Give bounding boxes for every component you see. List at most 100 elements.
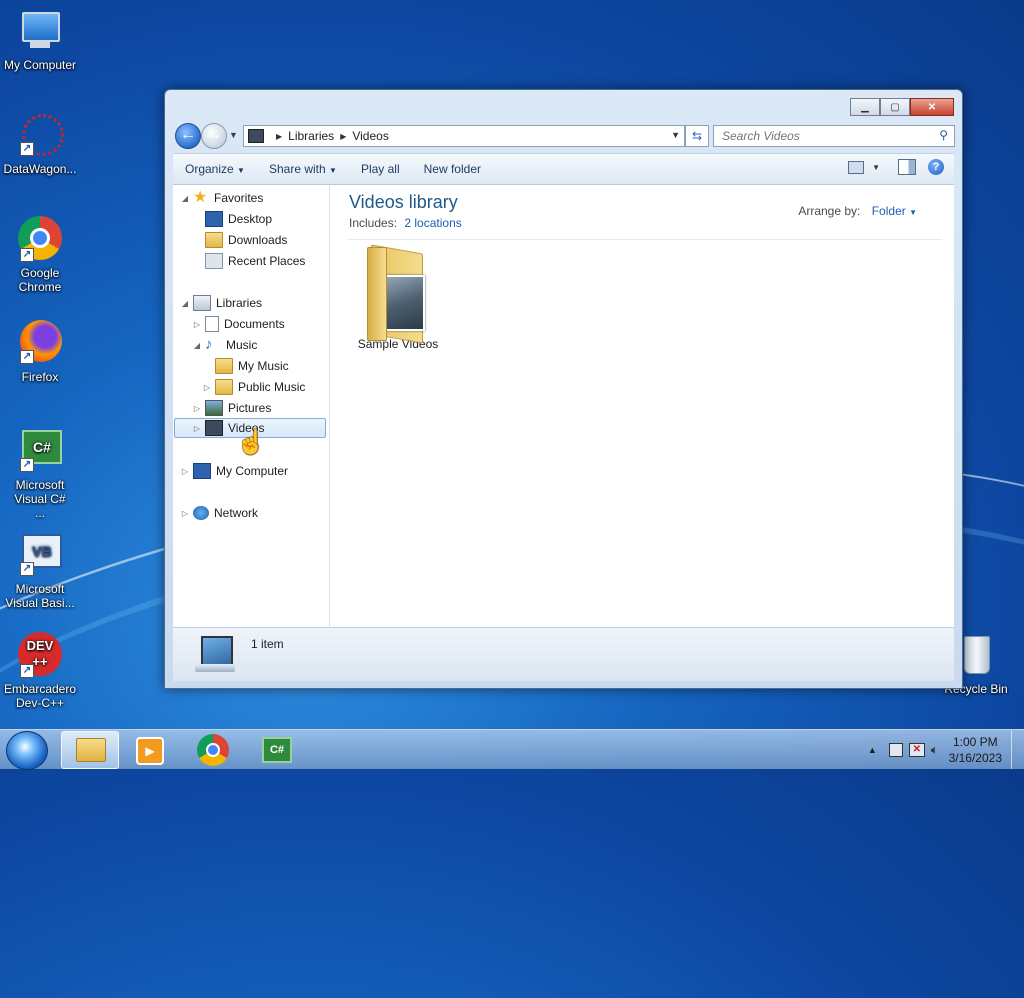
collapsed-arrow-icon[interactable]: ▷ [191,320,203,329]
show-desktop-button[interactable] [1011,730,1024,769]
share-with-menu[interactable]: Share with ▼ [257,162,349,176]
organize-label: Organize [185,162,234,176]
documents-icon [205,316,219,332]
tree-item-libraries[interactable]: ◢ Libraries [179,293,262,313]
chevron-right-icon[interactable]: ▶ [340,132,346,141]
taskbar-chrome[interactable] [185,731,241,767]
locations-link[interactable]: 2 locations [404,216,461,230]
search-input[interactable] [720,126,934,146]
desktop-icon-label: Microsoft Visual Basi... [5,582,75,610]
desktop-icon-my-computer[interactable]: My Computer [0,8,80,72]
change-view-icon[interactable] [848,160,865,174]
datawagon-icon: ↗ [16,112,64,160]
desktop-icon-label: DataWagon... [3,162,77,176]
expanded-arrow-icon[interactable]: ◢ [179,299,191,308]
collapsed-arrow-icon[interactable]: ▷ [191,424,203,433]
music-note-icon: ♪ [205,336,213,353]
breadcrumb-libraries[interactable]: Libraries [288,129,334,143]
desktop-icon [205,211,223,227]
expanded-arrow-icon[interactable]: ◢ [191,341,203,350]
tree-label: Downloads [228,233,288,247]
tree-item-network[interactable]: ▷ Network [179,503,258,523]
explorer-window[interactable]: ▁ ▢ ✕ ← → ▼ ▶ Libraries ▶ Videos ▼ ⇆ ⚲ O… [164,89,963,689]
dropdown-arrow-icon: ▼ [909,208,917,217]
maximize-button[interactable]: ▢ [880,98,910,116]
recent-pages-dropdown[interactable]: ▼ [229,130,238,140]
tree-label: Desktop [228,212,273,226]
desktop-icon-label: Google Chrome [18,266,62,294]
tree-item-favorites[interactable]: ◢ ★ Favorites [179,188,263,208]
help-icon[interactable]: ? [928,159,944,175]
collapsed-arrow-icon[interactable]: ▷ [191,404,203,413]
volume-icon[interactable]: 🔈︎ [931,742,939,758]
collapsed-arrow-icon[interactable]: ▷ [179,509,191,518]
forward-button[interactable]: → [201,123,227,149]
show-hidden-icons[interactable]: ▲ [868,745,877,755]
network-icon [193,506,209,520]
tree-item-pictures[interactable]: ▷ Pictures [191,398,271,418]
desktop-icon-datawagon[interactable]: ↗ DataWagon... [0,112,80,176]
videos-library-icon [248,129,264,143]
action-center-icon[interactable] [888,742,903,757]
tree-item-downloads[interactable]: Downloads [191,230,287,250]
arrange-by-dropdown[interactable]: Folder ▼ [872,204,917,218]
details-pane: 1 item [173,627,954,681]
desktop-icon-dev-cpp[interactable]: DEV ++ ↗ Embarcadero Dev-C++ [0,632,80,710]
desktop-icon-firefox[interactable]: ↗ Firefox [0,320,80,384]
libraries-icon [193,295,211,311]
tree-label: Network [214,506,259,520]
share-with-label: Share with [268,162,326,176]
tree-label: Favorites [214,191,264,205]
folder-icon [215,379,233,395]
new-folder-button[interactable]: New folder [412,162,493,176]
back-button[interactable]: ← [175,123,201,149]
tree-label: Libraries [216,296,263,310]
tree-item-recent-places[interactable]: Recent Places [191,251,305,271]
search-box[interactable]: ⚲ [713,125,955,147]
dropdown-arrow-icon: ▼ [329,166,337,175]
address-bar[interactable]: ▶ Libraries ▶ Videos ▼ [243,125,685,147]
videos-library-large-icon [195,634,235,674]
tree-item-public-music[interactable]: ▷ Public Music [201,377,305,397]
organize-menu[interactable]: Organize ▼ [173,162,257,176]
desktop-icon-label: Embarcadero Dev-C++ [3,682,77,710]
firefox-icon: ↗ [16,320,64,368]
desktop-icon-visual-basic[interactable]: VB ↗ Microsoft Visual Basi... [0,532,80,610]
file-list[interactable]: Videos library Includes: 2 locations Arr… [330,185,954,627]
play-all-button[interactable]: Play all [349,162,412,176]
tree-label: Pictures [228,401,272,415]
tree-item-documents[interactable]: ▷ Documents [191,314,285,334]
clock-time: 1:00 PM [952,734,998,749]
search-icon[interactable]: ⚲ [939,128,948,142]
divider [347,239,942,240]
taskbar-media-player[interactable]: ▶ [122,731,178,767]
clock[interactable]: 1:00 PM 3/16/2023 [949,734,1002,766]
close-button[interactable]: ✕ [910,98,954,116]
preview-pane-icon[interactable] [898,159,916,175]
expanded-arrow-icon[interactable]: ◢ [179,194,191,203]
toolbar-right: ▼ ? [848,159,944,175]
tree-item-my-computer[interactable]: ▷ My Computer [179,461,288,481]
library-title: Videos library [349,192,458,212]
address-dropdown-icon[interactable]: ▼ [671,130,680,140]
recent-places-icon [205,253,223,269]
collapsed-arrow-icon[interactable]: ▷ [201,383,213,392]
dropdown-arrow-icon: ▼ [237,166,245,175]
desktop-icon-google-chrome[interactable]: ↗ Google Chrome [0,216,80,294]
network-error-icon[interactable]: ✕ [908,742,925,757]
minimize-button[interactable]: ▁ [850,98,880,116]
desktop-icon-visual-csharp[interactable]: C# ↗ Microsoft Visual C# ... [0,428,80,520]
taskbar-visual-csharp[interactable]: C# [248,731,304,767]
taskbar-explorer[interactable] [61,731,119,769]
start-button[interactable] [6,731,48,770]
computer-icon [193,463,211,479]
collapsed-arrow-icon[interactable]: ▷ [179,467,191,476]
tree-label: Public Music [238,380,306,394]
folder-item-sample-videos[interactable]: Sample Videos [350,244,446,351]
tree-item-my-music[interactable]: My Music [201,356,289,376]
refresh-button[interactable]: ⇆ [685,125,709,147]
tree-item-desktop[interactable]: Desktop [191,209,272,229]
tree-item-music[interactable]: ◢ ♪ Music [191,335,257,355]
view-options-dropdown-icon[interactable]: ▼ [872,163,880,172]
breadcrumb-videos[interactable]: Videos [352,129,388,143]
